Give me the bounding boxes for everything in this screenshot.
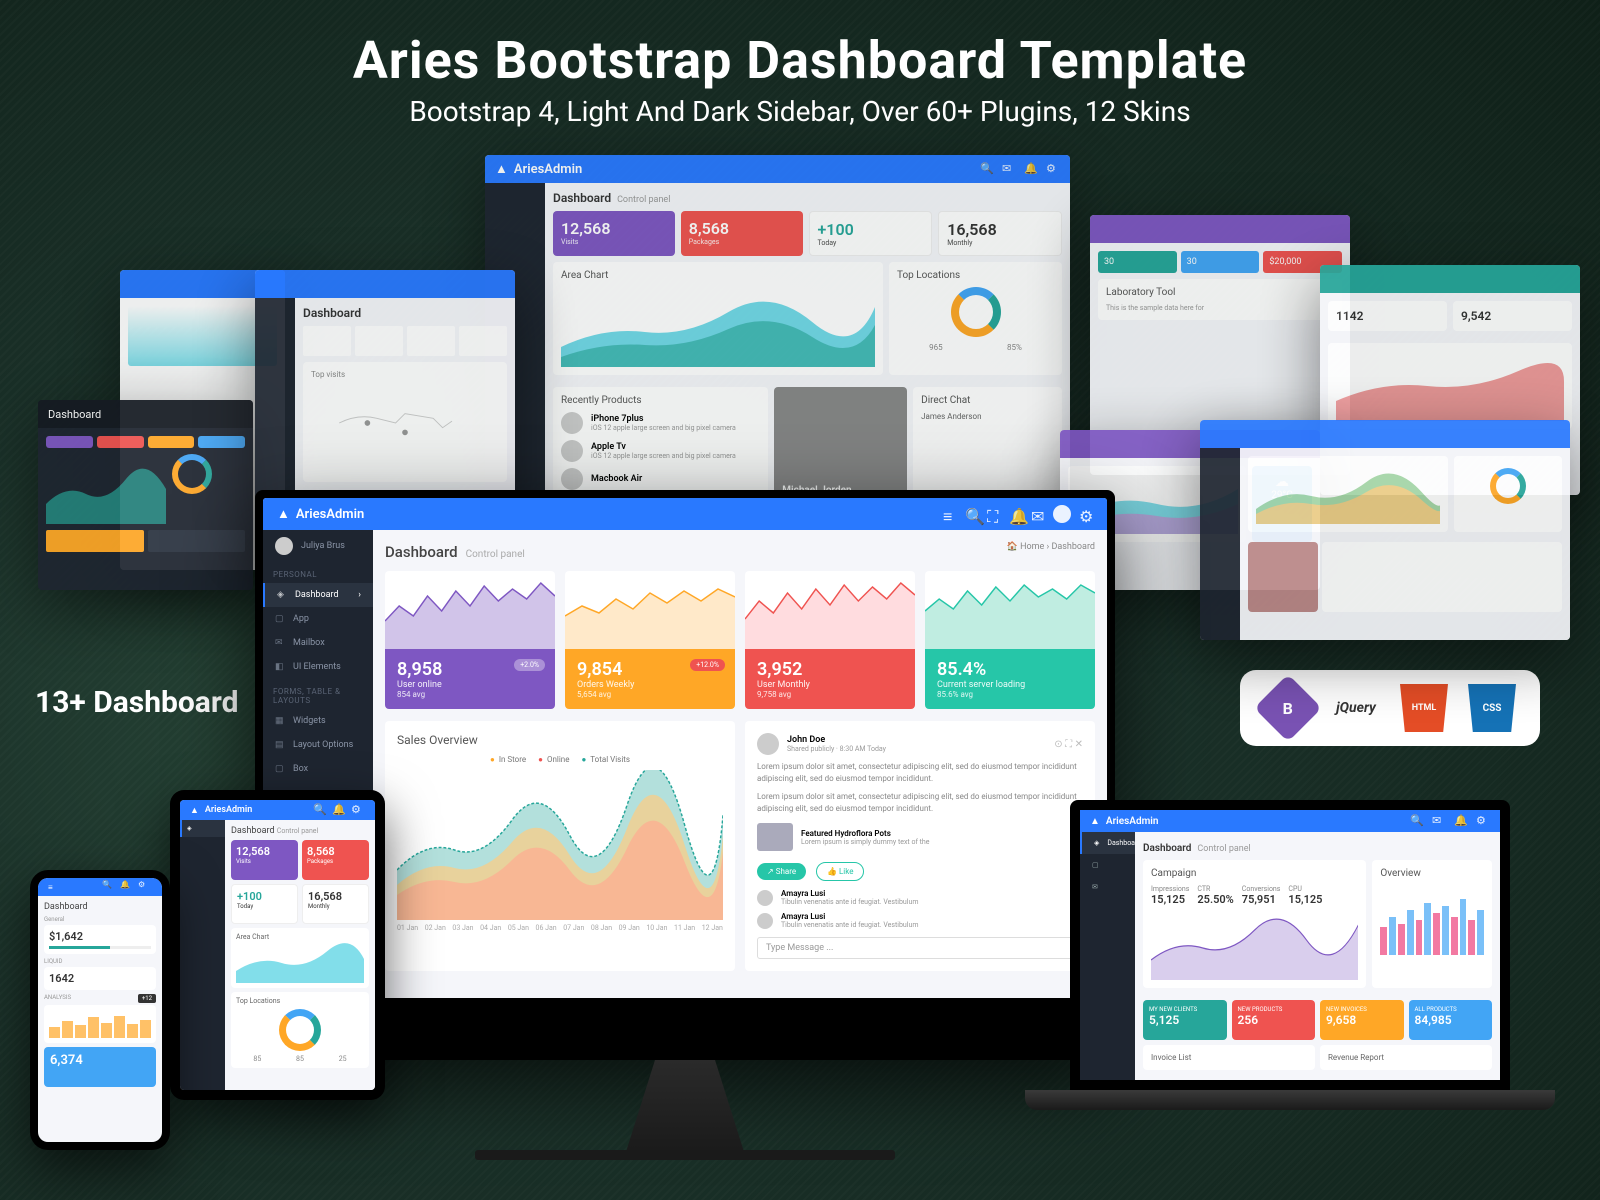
sidebar-section-personal: PERSONAL <box>263 562 373 583</box>
logo-icon: ▲ <box>277 506 290 522</box>
phone-device: ≡ 🔍🔔⚙ Dashboard General $1,642 LIQUID 16… <box>30 870 170 1150</box>
stat-card-user-monthly[interactable]: 3,952 User Monthly 9,758 avg <box>745 571 915 709</box>
sidebar-item-widgets[interactable]: ▦Widgets <box>263 709 373 733</box>
bell-icon[interactable]: 🔔 <box>1009 507 1023 521</box>
share-button[interactable]: ↗ Share <box>757 863 806 880</box>
post-user[interactable]: John Doe <box>787 735 886 745</box>
overview-panel: Overview <box>1372 860 1492 988</box>
menu-icon[interactable]: ≡ <box>943 507 957 521</box>
logo-icon: ▲ <box>495 161 508 177</box>
sidebar[interactable]: ◈ <box>180 820 225 1090</box>
post-meta: Shared publicly · 8:30 AM Today <box>787 745 886 753</box>
sidebar-item-dashboard[interactable]: ◈Dashboard› <box>263 583 373 607</box>
html5-icon: HTML <box>1400 684 1448 732</box>
sales-chart <box>397 770 723 920</box>
sidebar-item-box[interactable]: ▢Box <box>263 757 373 781</box>
page-title: Dashboard <box>385 543 458 561</box>
avatar[interactable] <box>757 733 779 755</box>
stat-card-orders[interactable]: +12.0% 9,854 Orders Weekly 5,654 avg <box>565 571 735 709</box>
css3-icon: CSS <box>1468 684 1516 732</box>
tablet-device: ▲AriesAdmin 🔍🔔⚙ ◈ Dashboard Control pane… <box>170 790 385 1100</box>
laptop-device: ▲AriesAdmin 🔍✉🔔⚙ ◈ Dashboard ▢ ✉ Dashboa… <box>1025 800 1555 1180</box>
stat-badge: +12.0% <box>690 659 725 671</box>
campaign-panel: Campaign Impressions15,125 CTR25.50% Con… <box>1143 860 1366 988</box>
stat-sublabel: 854 avg <box>397 690 543 699</box>
sidebar-item-ui[interactable]: ◧UI Elements <box>263 655 373 679</box>
search-icon[interactable]: 🔍 <box>965 507 979 521</box>
like-button[interactable]: 👍 Like <box>816 862 864 881</box>
post-actions[interactable]: ⊙ ⛶ ✕ <box>1054 739 1083 750</box>
chart-legend: In Store Online Total Visits <box>397 755 723 764</box>
mail-icon[interactable]: ✉ <box>1031 507 1045 521</box>
bg-window-dark: Dashboard <box>38 400 253 590</box>
jquery-icon: jQuery <box>1332 684 1380 732</box>
bootstrap-icon: B <box>1254 674 1322 742</box>
stat-badge: +2.0% <box>514 659 545 671</box>
page-subtitle: Control panel <box>466 549 525 560</box>
avatar-icon[interactable] <box>1053 505 1071 523</box>
dashboard-count-badge: 13+ Dashboard <box>35 685 238 720</box>
sidebar[interactable]: ◈ Dashboard ▢ ✉ <box>1080 832 1135 1080</box>
brand[interactable]: ▲AriesAdmin <box>277 506 364 522</box>
sidebar-item-layout[interactable]: ▤Layout Options <box>263 733 373 757</box>
stat-card-server[interactable]: 85.4% Current server loading 85.6% avg <box>925 571 1095 709</box>
tech-badges: B jQuery HTML CSS <box>1240 670 1540 746</box>
post-body: Lorem ipsum dolor sit amet, consectetur … <box>757 761 1083 785</box>
topbar: ▲AriesAdmin ≡ 🔍 ⛶ 🔔 ✉ ⚙ <box>263 498 1107 530</box>
sidebar-user[interactable]: Juliya Brus <box>263 530 373 562</box>
sidebar-section-forms: FORMS, TABLE & LAYOUTS <box>263 679 373 709</box>
main-content: Dashboard Control panel 🏠 Home › Dashboar… <box>373 530 1107 998</box>
sidebar-item-mailbox[interactable]: ✉Mailbox <box>263 631 373 655</box>
hero-subtitle: Bootstrap 4, Light And Dark Sidebar, Ove… <box>0 95 1600 128</box>
breadcrumb[interactable]: 🏠 Home › Dashboard <box>1007 542 1095 561</box>
stat-label: User online <box>397 680 543 690</box>
fullscreen-icon[interactable]: ⛶ <box>987 507 1001 521</box>
gear-icon[interactable]: ⚙ <box>1079 507 1093 521</box>
sales-overview-panel: Sales Overview In Store Online Total Vis… <box>385 721 735 971</box>
sidebar-item-app[interactable]: ▢App <box>263 607 373 631</box>
bg-window-right-4 <box>1200 420 1570 640</box>
panel-title: Sales Overview <box>397 733 723 747</box>
chart-x-axis: 01 Jan02 Jan03 Jan04 Jan05 Jan06 Jan07 J… <box>397 924 723 932</box>
hero-title: Aries Bootstrap Dashboard Template <box>0 30 1600 91</box>
topbar-actions[interactable]: 🔍✉🔔⚙ <box>980 162 1060 176</box>
stat-card-users-online[interactable]: +2.0% 8,958 User online 854 avg <box>385 571 555 709</box>
bg-window-center: ▲AriesAdmin 🔍✉🔔⚙ DashboardControl panel … <box>485 155 1070 515</box>
